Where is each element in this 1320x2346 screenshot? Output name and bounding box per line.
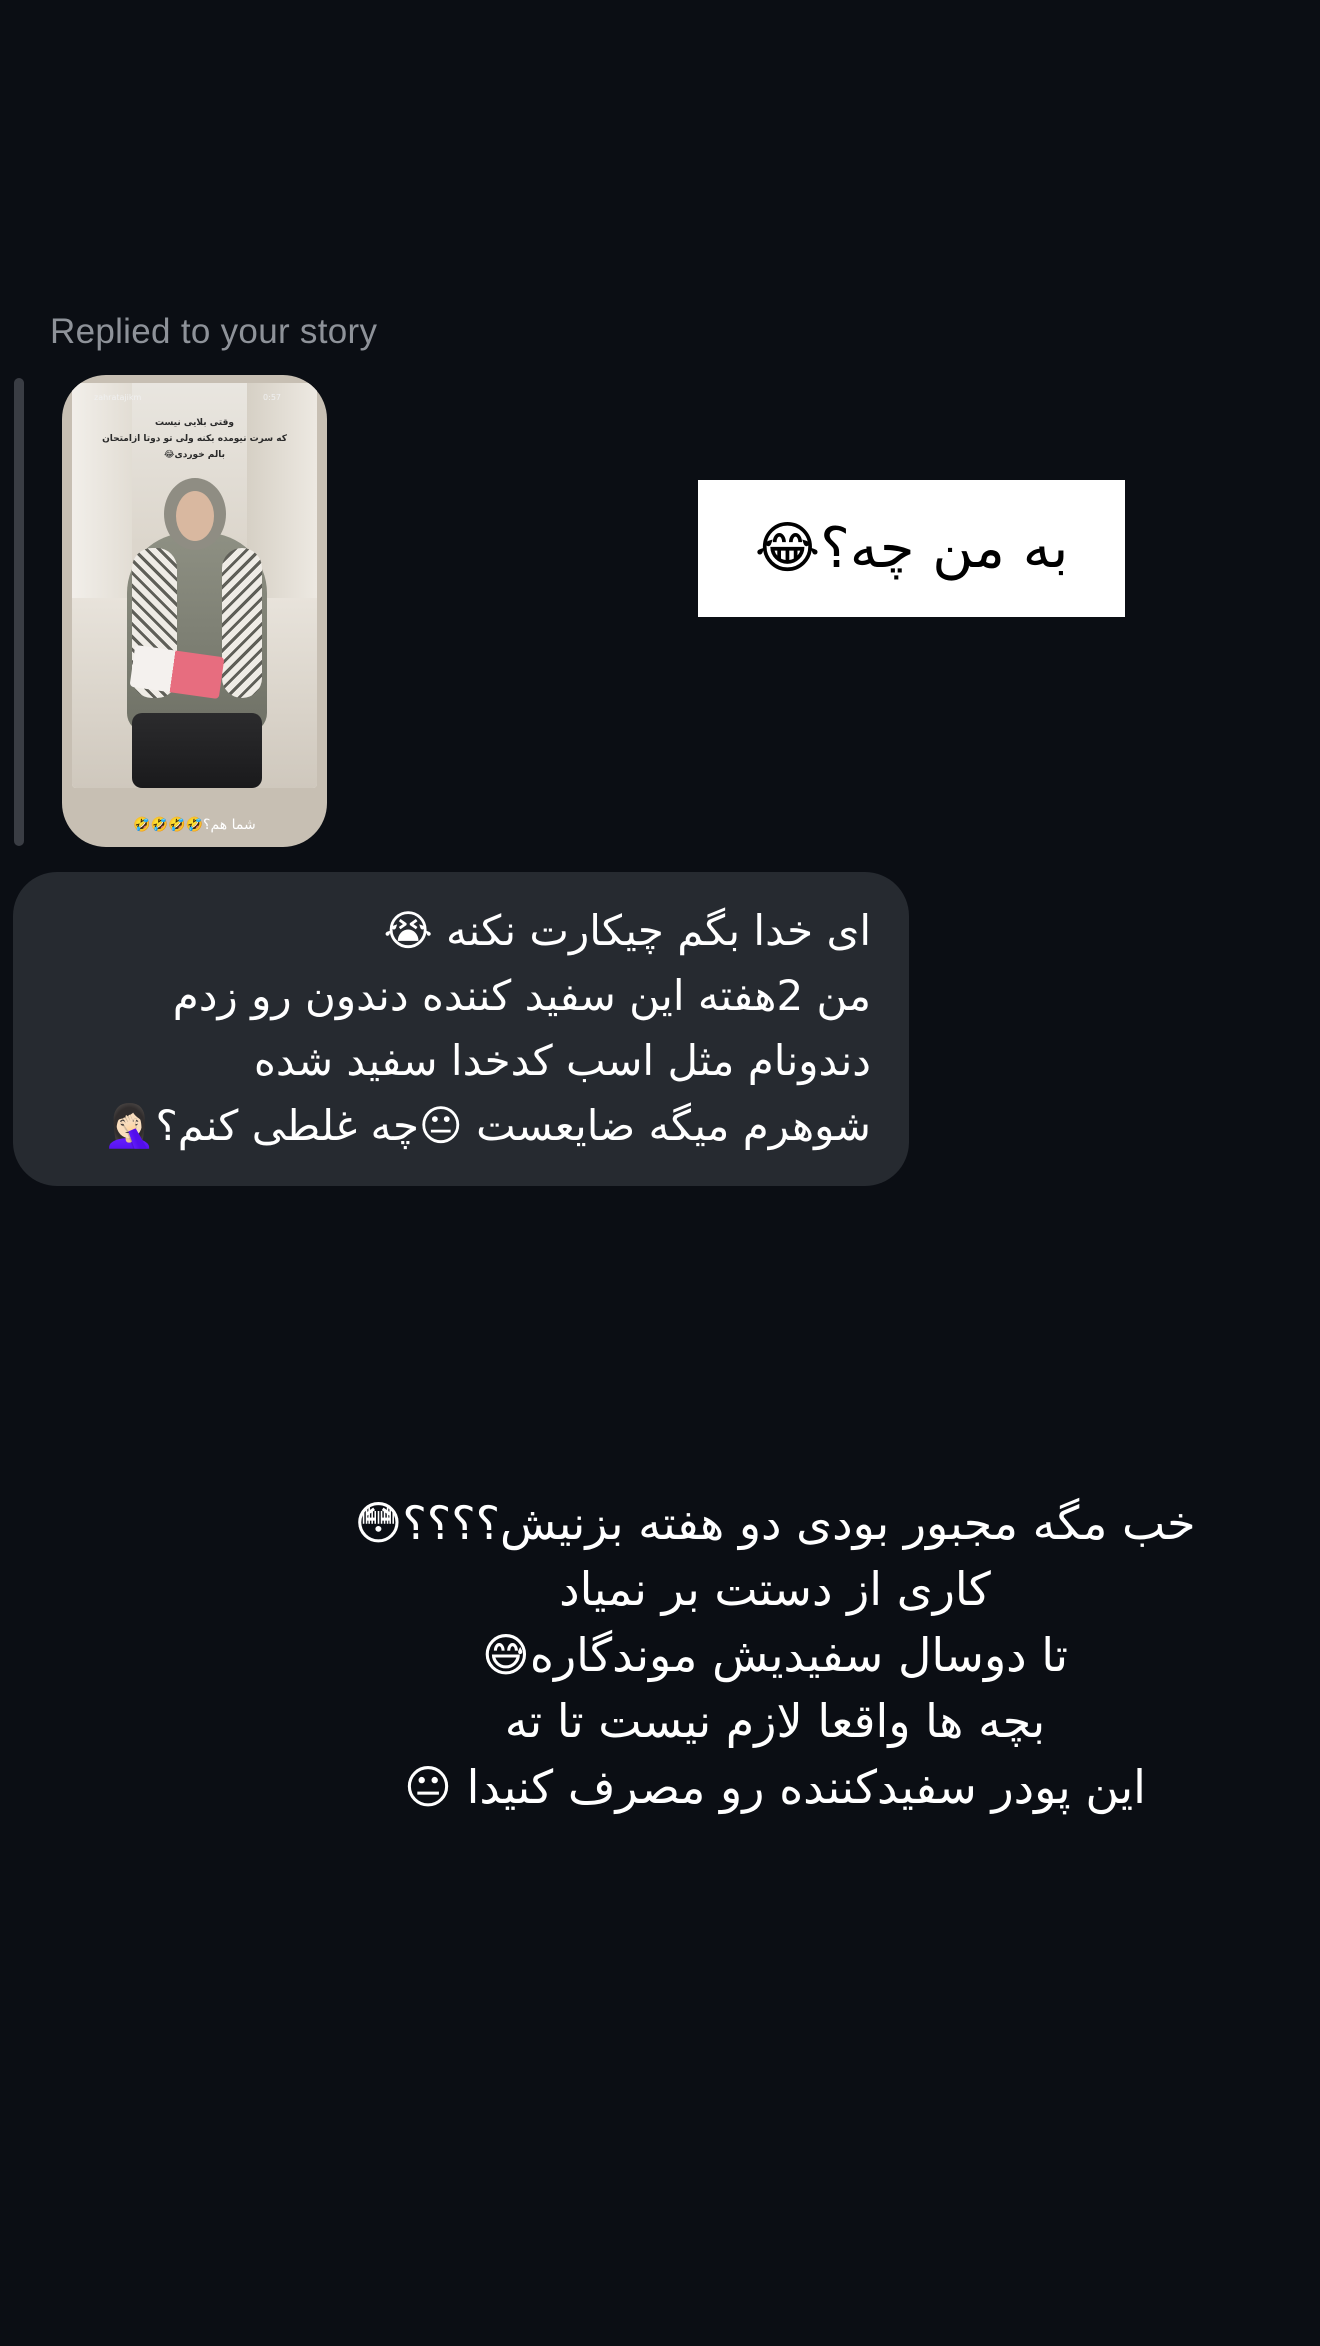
overlay-line: بچه ها واقعا لازم نیست تا ته <box>504 1694 1046 1748</box>
story-username: zahratajikm <box>94 393 142 402</box>
overlay-line: کاری از دستت بر نمیاد <box>559 1562 991 1616</box>
story-photo-legs <box>132 713 262 788</box>
story-sticker-text: به من چه؟😂 <box>754 516 1069 581</box>
message-line: شوهرم میگه ضایعست 😐چه غلطی کنم؟🤦🏻‍♀️ <box>103 1101 871 1150</box>
story-photo-face <box>176 491 214 541</box>
story-caption-line: وقتی بلایی نیست <box>155 418 234 428</box>
story-photo-cardigan-right <box>222 548 262 698</box>
story-photo: zahratajikm 0:57 وقتی بلایی نیست که سرت … <box>72 383 317 788</box>
message-bubble[interactable]: ای خدا بگم چیکارت نکنه 😭 من 2هفته این سف… <box>13 872 909 1186</box>
message-line: دندونام مثل اسب کدخدا سفید شده <box>253 1036 871 1085</box>
message-line: ای خدا بگم چیکارت نکنه 😭 <box>383 906 871 955</box>
reply-indicator-bar <box>14 378 24 846</box>
message-line: من 2هفته این سفید کننده دندون رو زدم <box>172 971 871 1020</box>
story-bottom-caption: شما هم؟🤣🤣🤣🤣 <box>133 817 256 833</box>
overlay-line: خب مگه مجبور بودی دو هفته بزنیش؟؟؟؟😳 <box>354 1496 1196 1550</box>
replied-to-story-label: Replied to your story <box>50 312 378 351</box>
story-caption-line: که سرت نیومده بکنه ولی تو دوتا ازامتحان <box>102 434 287 444</box>
story-caption-line: بالم خوردی😂 <box>163 450 226 460</box>
story-caption-top: وقتی بلایی نیست که سرت نیومده بکنه ولی ت… <box>72 415 317 463</box>
story-thumbnail[interactable]: zahratajikm 0:57 وقتی بلایی نیست که سرت … <box>62 375 327 847</box>
overlay-line: این پودر سفیدکننده رو مصرف کنیدا 😐 <box>404 1760 1146 1814</box>
story-time: 0:57 <box>263 393 281 402</box>
overlay-response-text: خب مگه مجبور بودی دو هفته بزنیش؟؟؟؟😳 کار… <box>290 1490 1260 1820</box>
story-sticker: به من چه؟😂 <box>698 480 1125 617</box>
overlay-line: تا دوسال سفیدیش موندگاره😅 <box>481 1628 1069 1682</box>
